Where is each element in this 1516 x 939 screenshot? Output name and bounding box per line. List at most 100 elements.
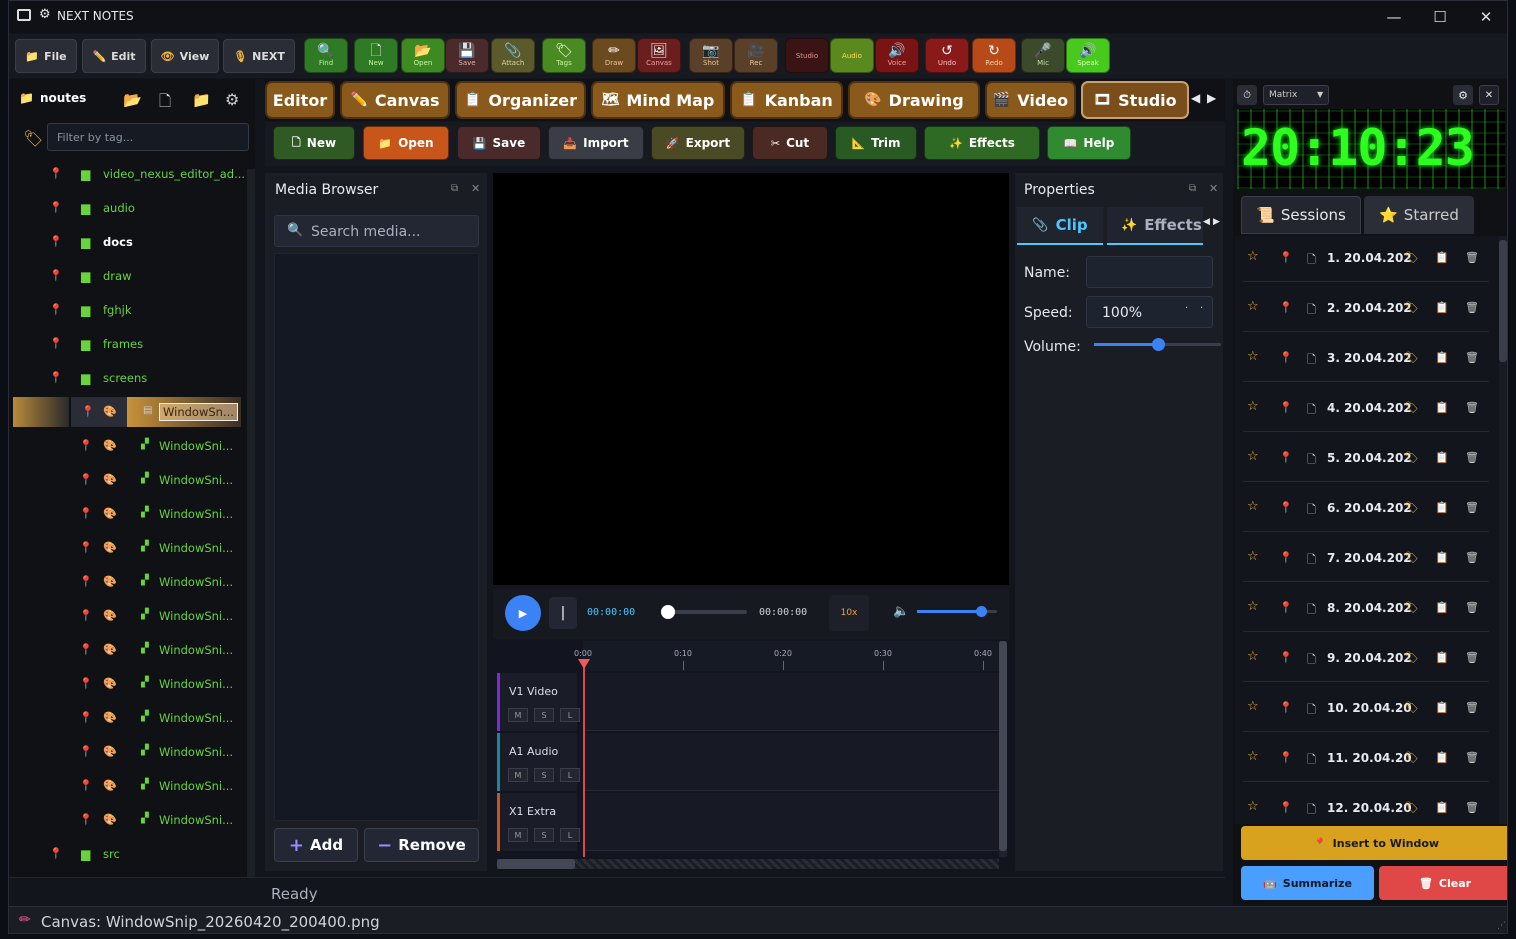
volume-icon[interactable]: 🔈 — [893, 604, 909, 619]
tab-editor[interactable]: Editor — [265, 81, 335, 119]
action-save-button[interactable]: 💾 Save — [457, 126, 541, 160]
close-button[interactable]: ✕ — [1463, 3, 1507, 31]
clip-volume-handle[interactable] — [1151, 338, 1165, 351]
session-item[interactable]: ☆ 📍 🗋 1. 20.04.202 🏷 📋 🗑 — [1243, 236, 1489, 282]
notes-icon[interactable]: 📋 — [1435, 401, 1449, 414]
clear-button[interactable]: 🗑 Clear — [1379, 866, 1507, 900]
tree-folder[interactable]: 📍 ▆ screens — [9, 361, 247, 395]
star-icon[interactable]: ☆ — [1247, 799, 1259, 814]
tree-file[interactable]: 📍 🎨 ▞ WindowSni... — [9, 599, 247, 633]
star-icon[interactable]: ☆ — [1247, 699, 1259, 714]
tag-icon[interactable]: 🏷 — [1405, 351, 1419, 364]
menu-file[interactable]: 📁 File — [15, 39, 77, 73]
tree-folder[interactable]: 📍 ▆ video_nexus_editor_ad... — [9, 157, 247, 191]
tree-file[interactable]: 📍 🎨 ▞ WindowSni... — [9, 429, 247, 463]
notes-icon[interactable]: 📋 — [1435, 301, 1449, 314]
session-item[interactable]: ☆ 📍 🗋 3. 20.04.202 🏷 📋 🗑 — [1243, 336, 1489, 382]
tab-mind-map[interactable]: 🗺 Mind Map — [591, 81, 725, 119]
tree-folder[interactable]: 📍 ▆ audio — [9, 191, 247, 225]
tool-find-button[interactable]: 🔍 Find — [304, 38, 348, 73]
notes-icon[interactable]: 📋 — [1435, 801, 1449, 814]
session-item[interactable]: ☆ 📍 🗋 8. 20.04.202 🏷 📋 🗑 — [1243, 586, 1489, 632]
session-item[interactable]: ☆ 📍 🗋 4. 20.04.202 🏷 📋 🗑 — [1243, 386, 1489, 432]
tab-clip[interactable]: 📎 Clip — [1017, 207, 1103, 245]
trash-icon[interactable]: 🗑 — [1465, 651, 1479, 664]
track-s-button[interactable]: S — [534, 708, 554, 722]
trash-icon[interactable]: 🗑 — [1465, 351, 1479, 364]
tree-file[interactable]: 📍 🎨 ▞ WindowSni... — [9, 769, 247, 803]
video-preview[interactable] — [493, 173, 1009, 585]
track-lane[interactable] — [583, 793, 999, 851]
minimize-button[interactable]: — — [1371, 3, 1417, 31]
tree-folder[interactable]: 📍 ▆ src — [9, 837, 247, 871]
tag-icon[interactable]: 🏷 — [1405, 651, 1419, 664]
timeline-vscroll[interactable] — [999, 641, 1007, 857]
tab-sessions[interactable]: 📜 Sessions — [1241, 196, 1361, 234]
action-open-button[interactable]: 📁 Open — [363, 126, 449, 160]
tab-video[interactable]: 🎬 Video — [985, 81, 1076, 119]
track-m-button[interactable]: M — [508, 708, 528, 722]
tool-studio-button[interactable]: Studio — [785, 38, 829, 73]
tool-voice-button[interactable]: 🔊 Voice — [875, 38, 919, 73]
panel-close-icon[interactable]: ✕ — [471, 182, 480, 195]
session-item[interactable]: ☆ 📍 🗋 11. 20.04.20 🏷 📋 🗑 — [1243, 736, 1489, 782]
speed-button[interactable]: 10x — [829, 595, 869, 631]
tool-redo-button[interactable]: ↻ Redo — [972, 38, 1016, 73]
tab-canvas[interactable]: ✏️ Canvas — [340, 81, 450, 119]
clock-close-icon[interactable]: ✕ — [1479, 85, 1499, 105]
tree-file[interactable]: 📍 🎨 ▞ WindowSni... — [9, 667, 247, 701]
tag-icon[interactable]: 🏷 — [1405, 801, 1419, 814]
tab-scroll-left-icon[interactable]: ◀ — [1203, 217, 1210, 227]
notes-icon[interactable]: 📋 — [1435, 451, 1449, 464]
new-folder-icon[interactable]: 📁 — [192, 91, 211, 109]
seek-slider[interactable] — [661, 605, 747, 619]
tag-icon[interactable]: 🏷 — [1405, 301, 1419, 314]
maximize-button[interactable]: ☐ — [1417, 3, 1463, 31]
action-cut-button[interactable]: ✂ Cut — [752, 126, 828, 160]
tab-starred[interactable]: ⭐ Starred — [1364, 196, 1474, 234]
pin-icon[interactable]: 📍 — [1279, 351, 1293, 364]
pin-icon[interactable]: 📍 — [1279, 501, 1293, 514]
tag-icon[interactable]: 🏷 — [1405, 501, 1419, 514]
action-effects-button[interactable]: ✨ Effects — [924, 126, 1040, 160]
tool-attach-button[interactable]: 📎 Attach — [491, 38, 535, 73]
tab-scroll-left-icon[interactable]: ◀ — [1191, 91, 1200, 105]
tree-file[interactable]: 📍 🎨 ▞ WindowSni... — [9, 633, 247, 667]
notes-icon[interactable]: 📋 — [1435, 751, 1449, 764]
track-header[interactable]: A1 Audio M S L — [497, 733, 580, 791]
pin-icon[interactable]: 📍 — [1279, 251, 1293, 264]
trash-icon[interactable]: 🗑 — [1465, 551, 1479, 564]
trash-icon[interactable]: 🗑 — [1465, 701, 1479, 714]
star-icon[interactable]: ☆ — [1247, 449, 1259, 464]
star-icon[interactable]: ☆ — [1247, 249, 1259, 264]
tab-studio[interactable]: 🎞 Studio — [1081, 81, 1189, 119]
settings-icon[interactable]: ⚙ — [225, 90, 239, 109]
media-search-input[interactable]: 🔍 Search media... — [274, 215, 479, 247]
tab-scroll-right-icon[interactable]: ▶ — [1207, 91, 1216, 105]
session-item[interactable]: ☆ 📍 🗋 5. 20.04.202 🏷 📋 🗑 — [1243, 436, 1489, 482]
spin-down-button[interactable]: · — [1185, 303, 1188, 314]
playhead-handle[interactable] — [578, 659, 590, 669]
track-s-button[interactable]: S — [534, 828, 554, 842]
media-list[interactable] — [274, 253, 479, 821]
pin-icon[interactable]: 📍 — [1279, 801, 1293, 814]
tag-icon[interactable]: 🏷 — [1405, 251, 1419, 264]
playhead[interactable] — [583, 661, 585, 857]
play-button[interactable]: ▶ — [505, 595, 541, 631]
tool-rec-button[interactable]: 🎥 Rec — [734, 38, 778, 73]
action-trim-button[interactable]: 📐 Trim — [835, 126, 917, 160]
tool-shot-button[interactable]: 📷 Shot — [689, 38, 733, 73]
menu-view[interactable]: 👁 View — [151, 39, 219, 73]
resize-grip-icon[interactable]: ⋰ — [1497, 921, 1506, 931]
action-new-button[interactable]: 🗋 New — [273, 126, 355, 160]
tree-file[interactable]: 📍 🎨 ▞ WindowSni... — [9, 701, 247, 735]
track-l-button[interactable]: L — [560, 768, 580, 782]
trash-icon[interactable]: 🗑 — [1465, 301, 1479, 314]
star-icon[interactable]: ☆ — [1247, 549, 1259, 564]
notes-icon[interactable]: 📋 — [1435, 651, 1449, 664]
tool-open-button[interactable]: 📂 Open — [401, 38, 445, 73]
action-import-button[interactable]: 📥 Import — [548, 126, 644, 160]
add-media-button[interactable]: + Add — [274, 828, 358, 862]
theme-select[interactable]: Matrix ▼ — [1263, 85, 1329, 105]
timer-icon[interactable]: ⏱ — [1237, 85, 1257, 105]
